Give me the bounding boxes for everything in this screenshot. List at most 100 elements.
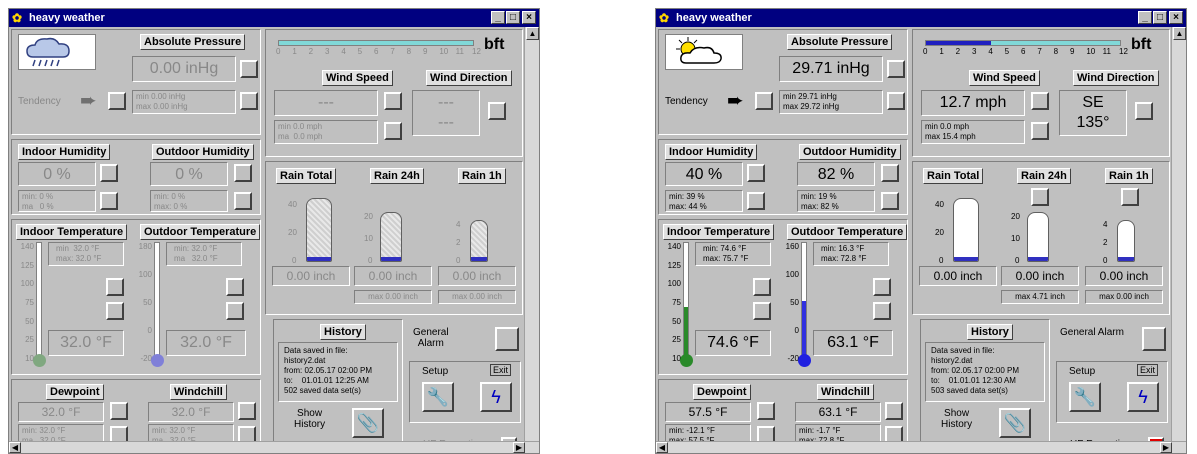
indoor-humidity-minmax-button[interactable] [100,192,118,210]
beaufort-tick: 5 [357,47,363,56]
rain-1h-alarm-button[interactable] [1121,188,1139,206]
close-button[interactable]: × [1169,11,1183,24]
outdoor-thermometer [801,242,807,360]
humidity-panel: Indoor Humidity Outdoor Humidity 0 % 0 %… [11,139,261,215]
wind-max: max 15.4 mph [925,132,976,141]
title-bar[interactable]: ✿ heavy weather _ □ × [656,9,1186,27]
outdoor-temperature-max: max: 72.8 °F [821,254,867,263]
indoor-thermometer-bulb [33,354,46,367]
client-area: Absolute Pressure 0.00 inHg Tendency ➨ m… [9,27,539,453]
indoor-temperature-value: 74.6 °F [695,330,771,356]
outdoor-temperature-minmax: min: 16.3 °F max: 72.8 °F [813,242,889,266]
dewpoint-alarm-button[interactable] [757,402,775,420]
wind-minmax-button[interactable] [384,122,402,140]
horizontal-scrollbar[interactable]: ◀ ▶ [9,441,539,453]
dewpoint-value: 57.5 °F [665,402,751,422]
scroll-left-arrow[interactable]: ◀ [9,442,21,453]
close-button[interactable]: × [522,11,536,24]
scroll-up-arrow[interactable]: ▲ [526,27,539,40]
beaufort-tick: 0 [923,47,928,56]
wind-direction-value: SE 135° [1059,90,1127,136]
rain-1h-tick: 0 [1103,256,1108,265]
indoor-humidity-max: max: 44 % [669,202,707,211]
pressure-minmax-button[interactable] [240,92,258,110]
rain-total-tick: 20 [935,228,944,237]
rain-24h-gauge [380,212,402,262]
general-alarm-button[interactable] [495,327,519,351]
scroll-left-arrow[interactable]: ◀ [656,442,668,453]
beaufort-tick: 12 [472,47,481,56]
indoor-temperature-alarm-button[interactable] [106,302,124,320]
general-alarm-button[interactable] [1142,327,1166,351]
outdoor-humidity-minmax-button[interactable] [881,192,899,210]
pressure-alarm-button[interactable] [887,60,905,78]
beaufort-tick: 12 [1119,47,1128,56]
outdoor-temperature-minmax-button[interactable] [873,278,891,296]
vertical-scrollbar[interactable]: ▲ [524,27,539,441]
exit-button[interactable]: ϟ [480,382,512,412]
wind-minmax-button[interactable] [1031,122,1049,140]
wind-speed-alarm-button[interactable] [384,92,402,110]
outdoor-temperature-alarm-button[interactable] [873,302,891,320]
tendency-label: Tendency [665,96,708,107]
indoor-temperature-minmax-button[interactable] [753,278,771,296]
rain-total-tick: 40 [935,200,944,209]
show-history-button[interactable]: 📎 [352,408,384,438]
scroll-right-arrow[interactable]: ▶ [513,442,525,453]
setup-button[interactable]: 🔧 [422,382,454,412]
indoor-humidity-minmax-button[interactable] [747,192,765,210]
rain-total-value: 0.00 inch [919,266,997,286]
show-history-button[interactable]: 📎 [999,408,1031,438]
pressure-alarm-button[interactable] [240,60,258,78]
wind-direction-alarm-button[interactable] [1135,102,1153,120]
indoor-humidity-alarm-button[interactable] [747,164,765,182]
wind-speed-alarm-button[interactable] [1031,92,1049,110]
pressure-max: max 29.72 inHg [783,102,840,111]
maximize-button[interactable]: □ [506,11,520,24]
rain-24h-alarm-button[interactable] [1031,188,1049,206]
rain-total-tick: 0 [939,256,944,265]
history-label: History [320,324,366,340]
horizontal-scrollbar[interactable]: ◀ ▶ [656,441,1186,453]
wind-direction-alarm-button[interactable] [488,102,506,120]
outdoor-temperature-minmax-button[interactable] [226,278,244,296]
outdoor-temperature-tick: 0 [794,326,799,335]
title-bar[interactable]: ✿ heavy weather _ □ × [9,9,539,27]
wind-direction-degrees: 135° [1076,114,1110,131]
windchill-alarm-button[interactable] [885,402,903,420]
app-icon: ✿ [12,11,23,25]
tendency-button[interactable] [108,92,126,110]
beaufort-tick: 8 [1053,47,1059,56]
rain-24h-value: 0.00 inch [1001,266,1079,286]
maximize-button[interactable]: □ [1153,11,1167,24]
vertical-scrollbar[interactable]: ▲ [1171,27,1186,441]
indoor-temperature-minmax-button[interactable] [106,278,124,296]
minimize-button[interactable]: _ [1138,11,1152,24]
outdoor-humidity-minmax-button[interactable] [234,192,252,210]
wind-direction-text: --- [438,94,454,111]
scroll-right-arrow[interactable]: ▶ [1160,442,1172,453]
tendency-button[interactable] [755,92,773,110]
indoor-temperature-alarm-button[interactable] [753,302,771,320]
outdoor-humidity-alarm-button[interactable] [234,164,252,182]
window-title: heavy weather [676,12,752,24]
windchill-alarm-button[interactable] [238,402,256,420]
minimize-button[interactable]: _ [491,11,505,24]
scroll-up-arrow[interactable]: ▲ [1173,27,1186,40]
rain-total-label: Rain Total [276,168,337,184]
indoor-temperature-value: 32.0 °F [48,330,124,356]
outdoor-humidity-alarm-button[interactable] [881,164,899,182]
indoor-temperature-tick: 25 [672,335,681,345]
exit-button[interactable]: ϟ [1127,382,1159,412]
rain-1h-tick: 4 [1103,220,1108,229]
pressure-minmax-button[interactable] [887,92,905,110]
outdoor-temperature-label: Outdoor Temperature [140,224,261,240]
wind-speed-value: 12.7 mph [921,90,1025,116]
setup-button[interactable]: 🔧 [1069,382,1101,412]
dewpoint-alarm-button[interactable] [110,402,128,420]
outdoor-temperature-value: 32.0 °F [166,330,246,356]
wind-speed-label: Wind Speed [322,70,393,86]
outdoor-temperature-alarm-button[interactable] [226,302,244,320]
wind-minmax: min 0.0 mph ma 0.0 mph [274,120,378,144]
indoor-humidity-alarm-button[interactable] [100,164,118,182]
